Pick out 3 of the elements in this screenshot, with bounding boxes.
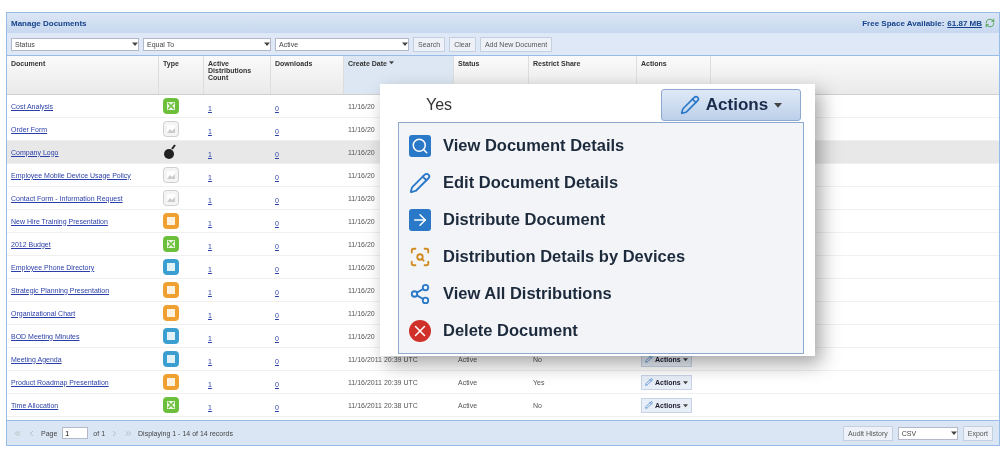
free-space-label: Free Space Available: — [862, 18, 945, 28]
restrict-share-value: Yes — [425, 96, 453, 114]
panel-title: Manage Documents — [11, 18, 87, 28]
